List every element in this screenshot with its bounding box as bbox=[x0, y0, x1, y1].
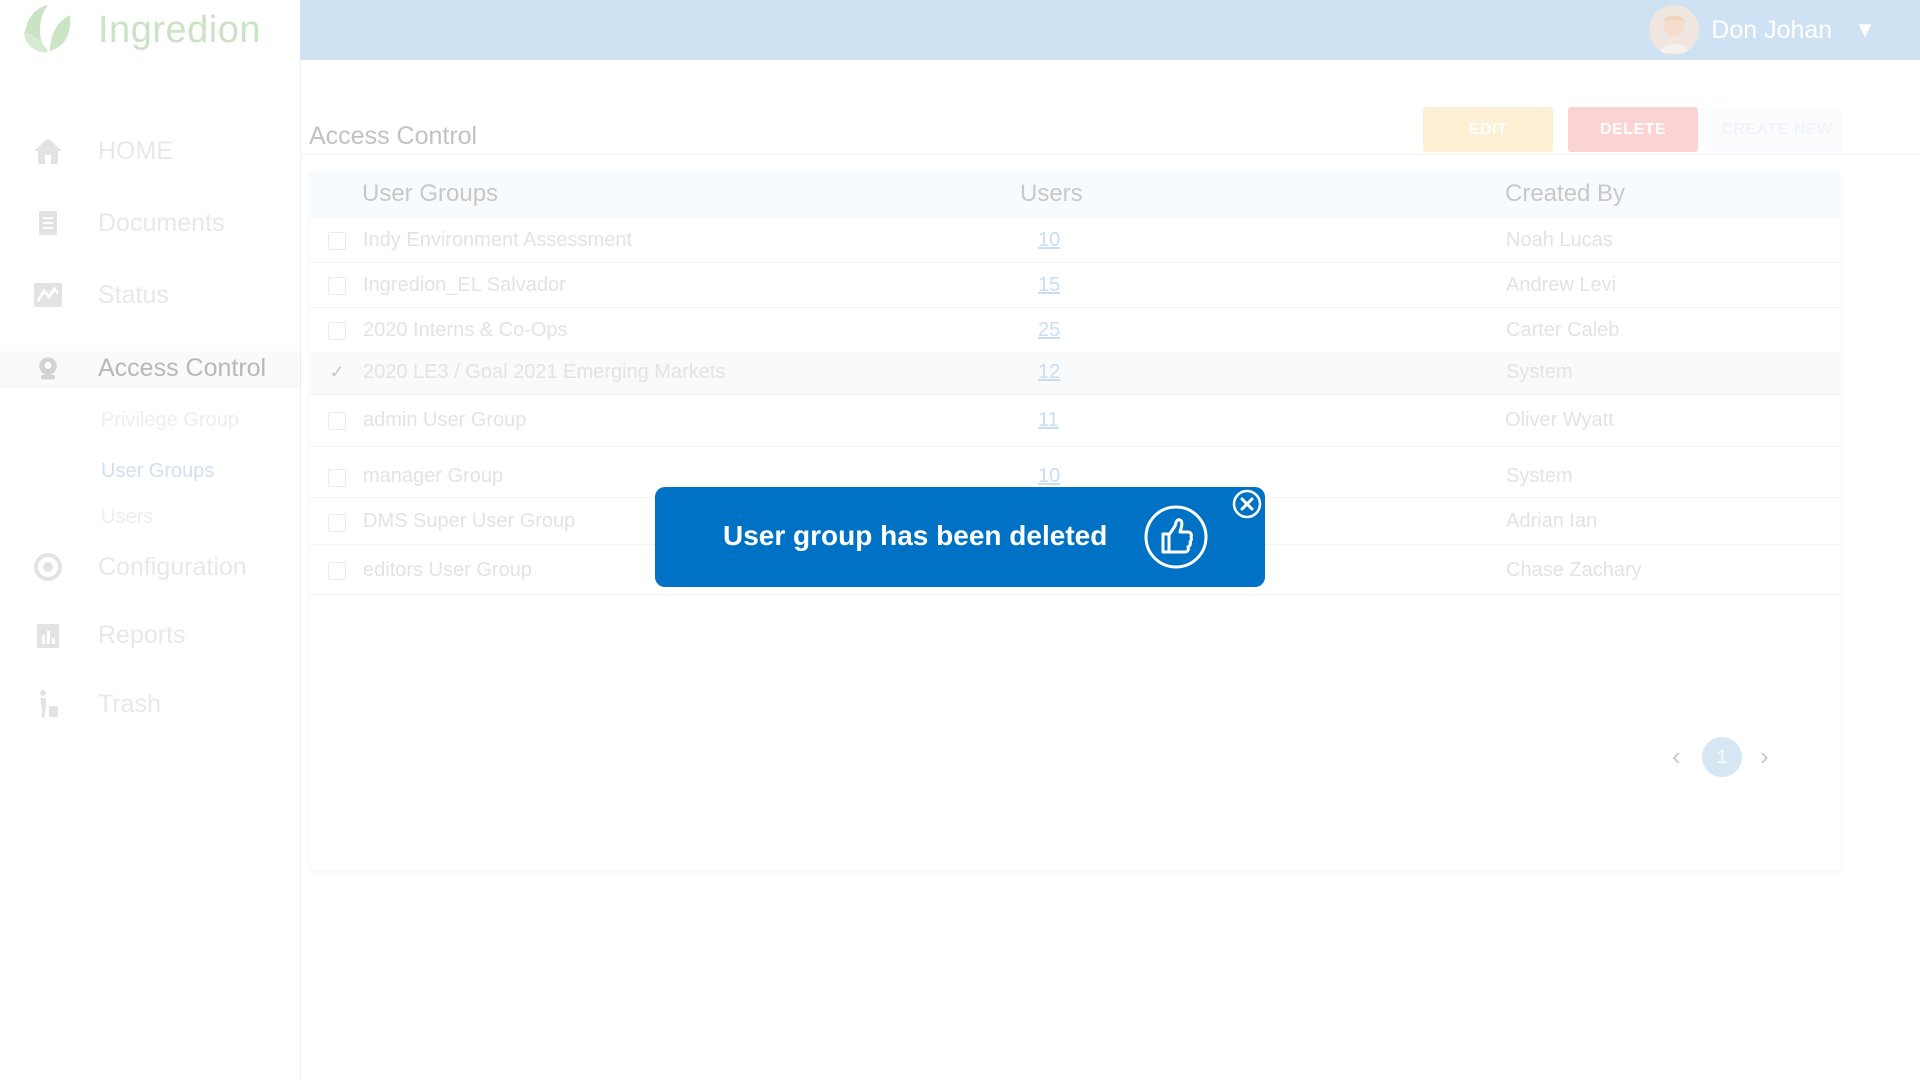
group-name: 2020 LE3 / Goal 2021 Emerging Markets bbox=[363, 361, 726, 383]
row-checkbox[interactable] bbox=[328, 232, 346, 250]
created-by: Oliver Wyatt bbox=[1505, 409, 1614, 431]
delete-button[interactable]: DELETE bbox=[1568, 107, 1698, 152]
leaf-logo-icon bbox=[24, 5, 71, 53]
row-checkbox[interactable] bbox=[328, 469, 346, 487]
users-count-link[interactable]: 25 bbox=[1038, 319, 1060, 342]
sidebar-item-label: Documents bbox=[98, 208, 225, 237]
users-count-link[interactable]: 10 bbox=[1038, 465, 1060, 488]
row-checkbox-checked[interactable]: ✓ bbox=[328, 363, 346, 381]
users-count-link[interactable]: 10 bbox=[1038, 229, 1060, 252]
sidebar-subitem-users[interactable]: Users bbox=[101, 506, 153, 529]
sidebar-item-home[interactable]: HOME bbox=[0, 125, 300, 177]
column-header-created-by[interactable]: Created By bbox=[1505, 180, 1625, 208]
reports-icon bbox=[32, 619, 64, 651]
row-checkbox[interactable] bbox=[328, 412, 346, 430]
sidebar-item-configuration[interactable]: Configuration bbox=[0, 541, 300, 593]
created-by: System bbox=[1506, 361, 1573, 383]
chevron-right-icon[interactable]: › bbox=[1760, 741, 1769, 772]
group-name: 2020 Interns & Co-Ops bbox=[363, 319, 568, 341]
pagination: ‹ 1 › bbox=[1660, 737, 1800, 777]
group-name: DMS Super User Group bbox=[363, 510, 576, 532]
group-name: manager Group bbox=[363, 465, 504, 487]
trash-icon bbox=[32, 688, 64, 720]
created-by: Chase Zachary bbox=[1506, 559, 1642, 581]
chevron-left-icon[interactable]: ‹ bbox=[1672, 741, 1681, 772]
table-row[interactable]: Indy Environment Assessment 10 Noah Luca… bbox=[310, 218, 1840, 263]
sidebar-item-label: Access Control bbox=[98, 353, 267, 382]
avatar[interactable] bbox=[1649, 5, 1700, 55]
column-header-user-groups[interactable]: User Groups bbox=[362, 180, 498, 208]
sidebar-item-trash[interactable]: Trash bbox=[0, 678, 300, 730]
sidebar-item-access-control[interactable]: Access Control bbox=[0, 351, 300, 385]
table-header: User Groups Users Created By bbox=[310, 172, 1840, 218]
status-chart-icon bbox=[32, 279, 64, 311]
table-row[interactable]: admin User Group 11 Oliver Wyatt bbox=[310, 395, 1840, 447]
page-number-current[interactable]: 1 bbox=[1702, 737, 1742, 777]
sidebar-item-documents[interactable]: Documents bbox=[0, 197, 300, 249]
group-name: admin User Group bbox=[363, 409, 527, 431]
close-circle-icon[interactable] bbox=[1232, 489, 1262, 519]
app-window: Ingredion Don Johan ▼ HOME Documents Sta… bbox=[0, 0, 1920, 1080]
created-by: Carter Caleb bbox=[1506, 319, 1620, 341]
sidebar: HOME Documents Status Access Control Pri… bbox=[0, 60, 301, 1080]
row-checkbox[interactable] bbox=[328, 514, 346, 532]
top-bar: Don Johan ▼ bbox=[300, 0, 1920, 60]
group-name: editors User Group bbox=[363, 559, 532, 581]
table-row-selected[interactable]: ✓ 2020 LE3 / Goal 2021 Emerging Markets … bbox=[310, 352, 1840, 395]
created-by: Andrew Levi bbox=[1506, 274, 1617, 296]
sidebar-item-status[interactable]: Status bbox=[0, 269, 300, 321]
document-icon bbox=[32, 207, 64, 239]
sidebar-item-label: Trash bbox=[98, 689, 161, 718]
sidebar-item-label: Reports bbox=[98, 620, 186, 649]
user-avatar-icon bbox=[1649, 5, 1700, 55]
users-count-link[interactable]: 12 bbox=[1038, 361, 1060, 384]
toast-message: User group has been deleted bbox=[723, 520, 1108, 551]
user-name[interactable]: Don Johan bbox=[1711, 16, 1832, 45]
sidebar-subitem-privilege-group[interactable]: Privilege Group bbox=[101, 409, 239, 432]
sidebar-subitem-user-groups[interactable]: User Groups bbox=[101, 460, 214, 483]
created-by: Adrian Ian bbox=[1506, 510, 1598, 532]
configuration-icon bbox=[32, 551, 64, 583]
column-header-users[interactable]: Users bbox=[1020, 180, 1083, 208]
group-name: Ingredion_EL Salvador bbox=[363, 274, 566, 296]
edit-button[interactable]: EDIT bbox=[1423, 107, 1553, 152]
group-name: Indy Environment Assessment bbox=[363, 229, 633, 251]
created-by: Noah Lucas bbox=[1506, 229, 1613, 251]
sidebar-item-label: HOME bbox=[98, 136, 173, 165]
users-count-link[interactable]: 11 bbox=[1038, 409, 1059, 432]
created-by: System bbox=[1506, 465, 1573, 487]
row-checkbox[interactable] bbox=[328, 322, 346, 340]
table-row[interactable]: Ingredion_EL Salvador 15 Andrew Levi bbox=[310, 263, 1840, 308]
brand-logo[interactable]: Ingredion bbox=[18, 2, 261, 58]
sidebar-item-reports[interactable]: Reports bbox=[0, 609, 300, 661]
success-toast: User group has been deleted bbox=[655, 487, 1265, 587]
table-row[interactable]: 2020 Interns & Co-Ops 25 Carter Caleb bbox=[310, 308, 1840, 353]
access-control-icon bbox=[32, 352, 64, 384]
thumbs-up-icon bbox=[1144, 505, 1208, 569]
page-title: Access Control bbox=[309, 122, 478, 150]
home-icon bbox=[32, 135, 64, 167]
user-menu[interactable]: Don Johan ▼ bbox=[1649, 0, 1876, 60]
sidebar-item-label: Configuration bbox=[98, 552, 247, 581]
users-count-link[interactable]: 15 bbox=[1038, 274, 1060, 297]
brand-name: Ingredion bbox=[98, 8, 261, 51]
create-new-button[interactable]: CREATE NEW bbox=[1712, 107, 1842, 152]
row-checkbox[interactable] bbox=[328, 277, 346, 295]
row-checkbox[interactable] bbox=[328, 562, 346, 580]
sidebar-item-label: Status bbox=[98, 280, 169, 309]
chevron-down-icon[interactable]: ▼ bbox=[1854, 17, 1876, 43]
